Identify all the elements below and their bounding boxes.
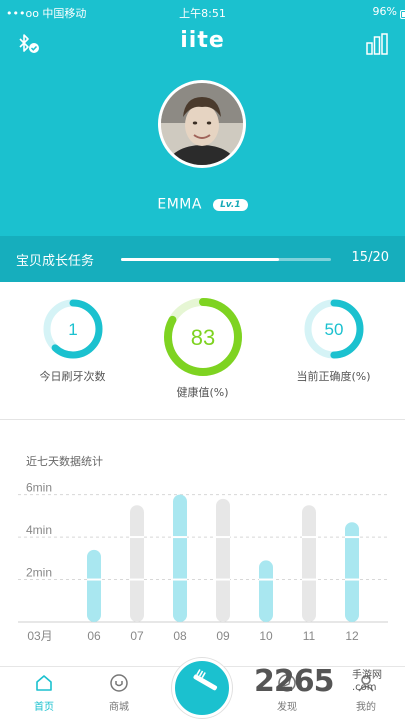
health-caption: 健康值(%) (176, 386, 229, 399)
x-tick-label: 09 (216, 629, 230, 643)
x-tick-label: 06 (87, 629, 101, 643)
chart-bar (87, 549, 101, 622)
watermark-site: 手游网 (352, 670, 382, 681)
watermark-number: 2265 (254, 664, 334, 699)
bar-segment-gap (173, 578, 187, 581)
tab-discover-label: 发现 (277, 702, 297, 713)
shop-icon (110, 674, 128, 692)
home-icon (36, 675, 52, 691)
chart-bar (130, 505, 144, 622)
health-ring: 83 (163, 298, 242, 376)
task-label: 宝贝成长任务 (16, 254, 95, 269)
bar-segment-gap (130, 536, 144, 539)
bar-segment-gap (302, 578, 316, 581)
x-tick-label: 07 (130, 629, 144, 643)
bar-chart-icon[interactable] (365, 33, 389, 55)
battery-icon (400, 10, 405, 19)
x-tick-label: 08 (173, 629, 187, 643)
battery-percent: 96% (372, 5, 397, 18)
chart-bar (259, 560, 273, 622)
bar-segment-gap (302, 536, 316, 539)
user-identity: EMMA Lv.1 (0, 194, 405, 213)
y-tick-label: 6min (26, 481, 52, 495)
bar-segment-gap (216, 536, 230, 539)
tab-home-label: 首页 (34, 702, 54, 713)
health-stat[interactable]: 83 健康值(%) (135, 296, 270, 400)
watermark-logo: 2265 (254, 664, 334, 699)
growth-task-bar[interactable]: 宝贝成长任务 15/20 (0, 236, 405, 282)
brush-center-button[interactable] (172, 658, 232, 718)
accuracy-stat[interactable]: 50 当前正确度(%) (266, 298, 401, 384)
y-tick-label: 4min (26, 523, 52, 537)
chart-bar (173, 494, 187, 622)
watermark-text: 手游网 .com (352, 670, 382, 694)
health-value: 83 (190, 325, 214, 350)
x-tick-label: 10 (259, 629, 273, 643)
status-bar: •••oo 中国移动 上午8:51 96% (0, 0, 405, 22)
task-count: 15/20 (351, 250, 389, 265)
avatar[interactable] (158, 80, 246, 168)
x-tick-label: 11 (303, 629, 316, 643)
chart-title: 近七天数据统计 (26, 455, 103, 468)
bar-segment-gap (216, 578, 230, 581)
weekly-chart: 2min 4min 6min 03月 06 07 08 09 10 11 12 (18, 481, 388, 643)
bar-segment-gap (345, 578, 359, 581)
task-progress-fill (121, 258, 279, 261)
chart-bar (302, 505, 316, 622)
tab-shop-label: 商城 (109, 702, 129, 713)
bar-segment-gap (173, 536, 187, 539)
bar-segment-gap (259, 578, 273, 581)
watermark-domain: .com (352, 682, 377, 693)
bar-segment-gap (87, 578, 101, 581)
level-badge: Lv.1 (213, 198, 248, 211)
app-title: iite (180, 28, 225, 53)
toothbrush-icon (193, 669, 218, 691)
bar-segment-gap (130, 578, 144, 581)
battery-indicator: 96% (372, 5, 405, 19)
accuracy-ring: 50 (304, 299, 363, 359)
x-tick-label: 12 (345, 629, 359, 643)
x-tick-label: 03月 (27, 629, 52, 643)
clock: 上午8:51 (179, 7, 226, 20)
avatar-portrait (161, 83, 243, 165)
brush-count-stat[interactable]: 1 今日刷牙次数 (5, 298, 140, 384)
accuracy-caption: 当前正确度(%) (296, 370, 371, 383)
tab-home[interactable]: 首页 (14, 673, 74, 713)
username: EMMA (157, 196, 202, 213)
task-progress-bar (121, 258, 331, 261)
y-tick-label: 2min (26, 566, 52, 580)
tab-shop[interactable]: 商城 (89, 673, 149, 713)
bar-segment-gap (345, 536, 359, 539)
section-divider (0, 419, 405, 420)
accuracy-value: 50 (324, 320, 343, 339)
brush-count-ring: 1 (43, 299, 102, 359)
chart-bar (216, 498, 230, 622)
tab-me-label: 我的 (356, 702, 376, 713)
brush-count-caption: 今日刷牙次数 (39, 370, 106, 383)
brush-count-value: 1 (68, 320, 77, 339)
profile-header: •••oo 中国移动 上午8:51 96% iite EMMA Lv.1 (0, 0, 405, 236)
